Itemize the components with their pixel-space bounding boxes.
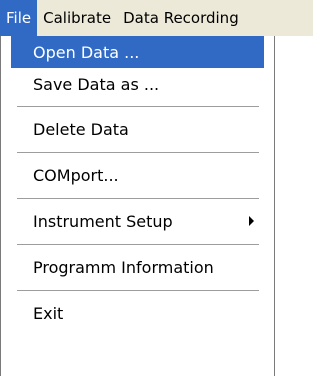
menu-item-delete-data[interactable]: Delete Data	[11, 113, 264, 145]
menu-item-label: Delete Data	[33, 119, 129, 139]
file-dropdown-menu: Open Data ... Save Data as ... Delete Da…	[0, 36, 275, 376]
menu-separator	[17, 198, 259, 199]
menu-item-save-data-as[interactable]: Save Data as ...	[11, 68, 264, 100]
menu-separator	[17, 290, 259, 291]
menu-calibrate[interactable]: Calibrate	[37, 0, 117, 36]
menu-bar: File Calibrate Data Recording	[0, 0, 313, 36]
menu-item-label: Exit	[33, 303, 64, 323]
menu-item-exit[interactable]: Exit	[11, 297, 264, 329]
menu-item-programm-information[interactable]: Programm Information	[11, 251, 264, 283]
submenu-arrow-icon	[249, 216, 254, 226]
menu-item-label: COMport...	[33, 165, 119, 185]
menu-separator	[17, 152, 259, 153]
menu-item-open-data[interactable]: Open Data ...	[11, 36, 264, 68]
menu-separator	[17, 106, 259, 107]
menu-separator	[17, 244, 259, 245]
menu-item-label: Open Data ...	[33, 42, 140, 62]
menu-item-instrument-setup[interactable]: Instrument Setup	[11, 205, 264, 237]
menu-item-label: Instrument Setup	[33, 211, 173, 231]
menu-item-label: Save Data as ...	[33, 74, 160, 94]
menu-data-recording[interactable]: Data Recording	[117, 0, 245, 36]
menu-item-comport[interactable]: COMport...	[11, 159, 264, 191]
menu-item-label: Programm Information	[33, 257, 214, 277]
menu-file[interactable]: File	[0, 0, 38, 36]
